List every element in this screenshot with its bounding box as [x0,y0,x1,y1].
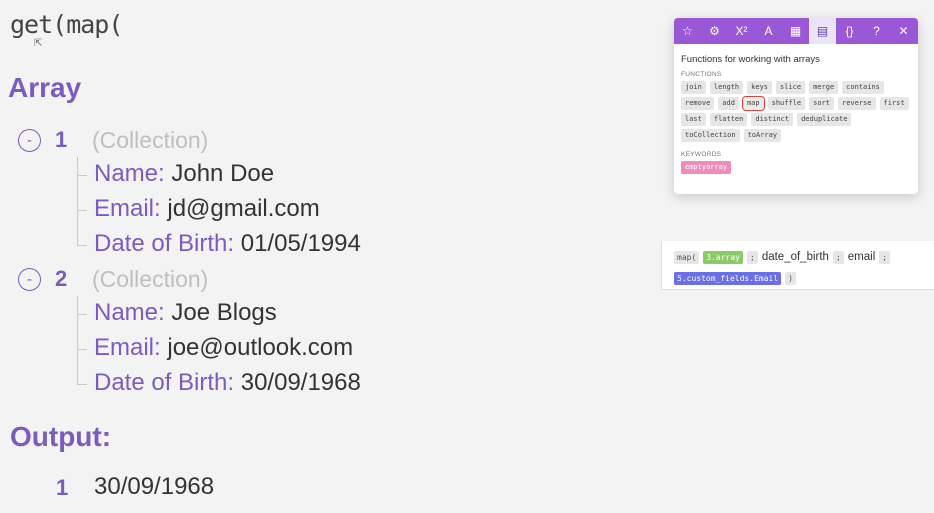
field-name: Name: John Doe [94,160,275,187]
function-chip-sort[interactable]: sort [809,97,834,110]
function-chip-slice[interactable]: slice [776,81,806,94]
braces-icon[interactable]: {} [836,18,863,44]
tree-line [77,157,87,245]
popup-tabbar: ☆ ⚙ X² A ▦ ▤{}? ✕ [674,18,918,44]
tree-branch [77,314,87,315]
function-chip-toCollection[interactable]: toCollection [681,129,740,142]
function-chip-keys[interactable]: keys [747,81,773,94]
collapse-icon[interactable]: - [18,267,41,291]
field-name: Name: Joe Blogs [94,299,277,326]
key-text: email [847,251,876,263]
table-icon[interactable]: ▤ [809,18,836,44]
collection-2-header: - 2 (Collection) [18,264,208,294]
function-chip-contains[interactable]: contains [842,81,884,94]
calendar-icon[interactable]: ▦ [782,18,809,44]
function-chip-merge[interactable]: merge [809,81,839,94]
output-value: 30/09/1968 [94,473,215,500]
keyword-list: emptyarray [681,161,914,174]
output-title: Output: [10,421,112,452]
fn-chip[interactable]: map( [674,250,700,264]
tree-branch [77,175,87,176]
tree-branch [77,384,87,385]
field-dob: Date of Birth: 30/09/1968 [94,369,361,396]
keyword-chip-emptyarray[interactable]: emptyarray [681,161,732,174]
item-index: 2 [55,266,68,291]
item-index: 1 [55,127,68,152]
keywords-label: KEYWORDS [681,151,722,158]
help-icon[interactable]: ? [863,18,890,44]
text-icon[interactable]: A [755,18,782,44]
mouse-cursor-icon: ⇱ [34,38,43,49]
close-icon[interactable]: ✕ [890,18,917,44]
field-email: Email: joe@outlook.com [94,334,354,361]
functions-label: FUNCTIONS [681,71,722,78]
collection-label: (Collection) [92,265,209,292]
output-index: 1 [56,475,69,500]
gear-icon[interactable]: ⚙ [701,18,728,44]
array-title: Array [8,72,82,103]
function-chip-add[interactable]: add [718,97,739,110]
function-chip-first[interactable]: first [879,97,909,110]
tree-line [77,296,87,384]
collection-1-header: - 1 (Collection) [18,125,208,155]
function-chip-deduplicate[interactable]: deduplicate [797,113,852,126]
close-paren-chip: ) [785,271,796,285]
formula-text[interactable]: get(map( [10,10,123,39]
separator-chip: ; [832,250,844,264]
function-chip-flatten[interactable]: flatten [709,113,748,126]
function-chip-shuffle[interactable]: shuffle [767,97,806,110]
collapse-icon[interactable]: - [18,128,41,152]
separator-chip: ; [746,250,758,264]
variable-chip[interactable]: 5.custom_fields.Email [674,271,782,285]
function-picker-popup: ☆ ⚙ X² A ▦ ▤{}? ✕ Functions for working with a… [674,18,918,194]
collection-label: (Collection) [92,126,209,153]
tree-branch [77,349,87,350]
star-icon[interactable]: ☆ [674,18,701,44]
key-text: date_of_birth [761,251,829,263]
superscript-icon[interactable]: X² [728,18,755,44]
function-list: join length keys slice merge contains remove ad… [681,81,914,142]
function-chip-last[interactable]: last [681,113,706,126]
function-chip-remove[interactable]: remove [681,97,715,110]
formula-editor[interactable]: map( 3.array ; date_of_birth ; email ; 5… [661,241,934,290]
function-chip-length[interactable]: length [709,81,744,94]
tree-branch [77,210,87,211]
function-chip-distinct[interactable]: distinct [751,113,794,126]
function-chip-map[interactable]: map [741,96,765,111]
function-chip-join[interactable]: join [681,81,706,94]
field-dob: Date of Birth: 01/05/1994 [94,230,361,257]
function-chip-reverse[interactable]: reverse [837,97,876,110]
variable-chip[interactable]: 3.array [703,250,743,264]
tree-branch [77,245,87,246]
separator-chip: ; [879,250,891,264]
field-email: Email: jd@gmail.com [94,195,320,222]
function-chip-toArray[interactable]: toArray [743,129,782,142]
popup-title: Functions for working with arrays [681,54,820,65]
